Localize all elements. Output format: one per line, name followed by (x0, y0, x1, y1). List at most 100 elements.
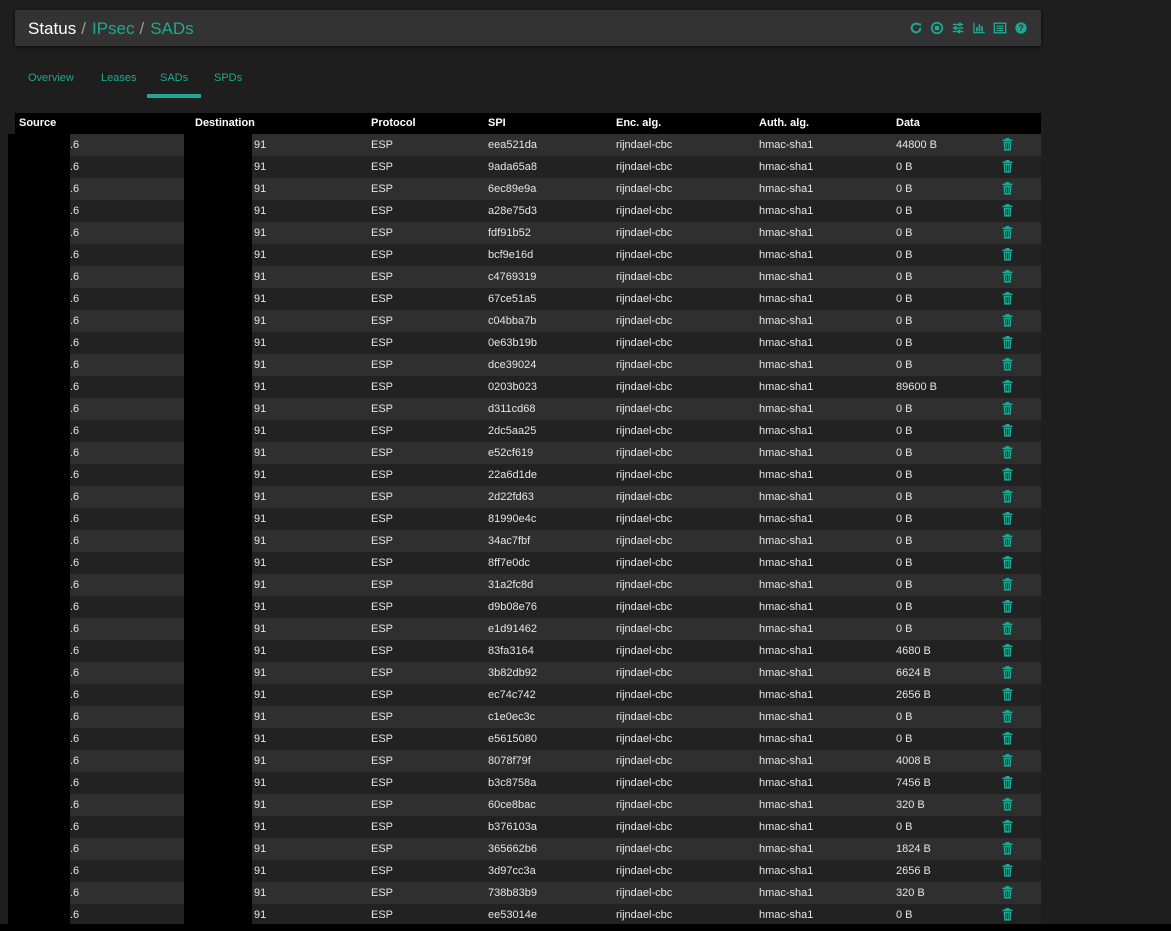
trash-icon[interactable] (1002, 248, 1013, 261)
trash-icon[interactable] (1002, 358, 1013, 371)
trash-icon[interactable] (1002, 534, 1013, 547)
cell-source: .6 (70, 513, 80, 525)
trash-icon[interactable] (1002, 402, 1013, 415)
cell-source: .6 (70, 777, 80, 789)
cell-data: 2656 B (896, 865, 931, 877)
refresh-icon[interactable] (908, 20, 924, 36)
trash-icon[interactable] (1002, 908, 1013, 921)
cell-destination: 91 (254, 733, 267, 745)
cell-source: .6 (70, 843, 80, 855)
cell-protocol: ESP (371, 711, 394, 723)
cell-source: .6 (70, 227, 80, 239)
trash-icon[interactable] (1002, 578, 1013, 591)
trash-icon[interactable] (1002, 138, 1013, 151)
header-data: Data (896, 117, 920, 129)
cell-data: 0 B (896, 293, 913, 305)
bar-chart-icon[interactable] (971, 20, 987, 36)
cell-data: 4680 B (896, 645, 931, 657)
cell-enc-alg: rijndael-cbc (616, 601, 673, 613)
tab-spds[interactable]: SPDs (201, 62, 255, 96)
cell-protocol: ESP (371, 535, 394, 547)
trash-icon[interactable] (1002, 666, 1013, 679)
trash-icon[interactable] (1002, 556, 1013, 569)
table-row: .6 91 ESP 67ce51a5 rijndael-cbc hmac-sha1 0 B (15, 288, 1041, 310)
cell-auth-alg: hmac-sha1 (759, 337, 814, 349)
trash-icon[interactable] (1002, 380, 1013, 393)
trash-icon[interactable] (1002, 446, 1013, 459)
trash-icon[interactable] (1002, 710, 1013, 723)
trash-icon[interactable] (1002, 688, 1013, 701)
trash-icon[interactable] (1002, 490, 1013, 503)
cell-destination: 91 (254, 447, 267, 459)
trash-icon[interactable] (1002, 732, 1013, 745)
trash-icon[interactable] (1002, 798, 1013, 811)
cell-protocol: ESP (371, 337, 394, 349)
tab-leases[interactable]: Leases (88, 62, 149, 96)
breadcrumb-sads-link[interactable]: SADs (150, 19, 193, 38)
trash-icon[interactable] (1002, 600, 1013, 613)
cell-data: 0 B (896, 557, 913, 569)
cell-data: 0 B (896, 469, 913, 481)
help-icon[interactable]: ? (1013, 20, 1029, 36)
trash-icon[interactable] (1002, 182, 1013, 195)
cell-enc-alg: rijndael-cbc (616, 227, 673, 239)
trash-icon[interactable] (1002, 226, 1013, 239)
table-row: .6 91 ESP e1d91462 rijndael-cbc hmac-sha1 0 B (15, 618, 1041, 640)
cell-data: 0 B (896, 227, 913, 239)
cell-spi: d9b08e76 (488, 601, 537, 613)
trash-icon[interactable] (1002, 336, 1013, 349)
trash-icon[interactable] (1002, 864, 1013, 877)
table-row: .6 91 ESP a28e75d3 rijndael-cbc hmac-sha1 0 B (15, 200, 1041, 222)
cell-protocol: ESP (371, 183, 394, 195)
cell-enc-alg: rijndael-cbc (616, 755, 673, 767)
trash-icon[interactable] (1002, 886, 1013, 899)
sliders-icon[interactable] (950, 20, 966, 36)
cell-data: 0 B (896, 601, 913, 613)
cell-data: 0 B (896, 535, 913, 547)
cell-enc-alg: rijndael-cbc (616, 513, 673, 525)
cell-data: 0 B (896, 711, 913, 723)
trash-icon[interactable] (1002, 842, 1013, 855)
cell-protocol: ESP (371, 887, 394, 899)
trash-icon[interactable] (1002, 160, 1013, 173)
cell-auth-alg: hmac-sha1 (759, 579, 814, 591)
stop-circle-icon[interactable] (929, 20, 945, 36)
cell-destination: 91 (254, 535, 267, 547)
cell-auth-alg: hmac-sha1 (759, 315, 814, 327)
trash-icon[interactable] (1002, 314, 1013, 327)
cell-source: .6 (70, 359, 80, 371)
cell-source: .6 (70, 205, 80, 217)
trash-icon[interactable] (1002, 644, 1013, 657)
trash-icon[interactable] (1002, 424, 1013, 437)
cell-enc-alg: rijndael-cbc (616, 909, 673, 921)
table-row: .6 91 ESP bcf9e16d rijndael-cbc hmac-sha1 0 B (15, 244, 1041, 266)
trash-icon[interactable] (1002, 754, 1013, 767)
trash-icon[interactable] (1002, 512, 1013, 525)
redaction-block (184, 134, 252, 931)
trash-icon[interactable] (1002, 204, 1013, 217)
header-destination: Destination (195, 117, 255, 129)
trash-icon[interactable] (1002, 468, 1013, 481)
trash-icon[interactable] (1002, 622, 1013, 635)
cell-spi: 6ec89e9a (488, 183, 537, 195)
tab-overview[interactable]: Overview (15, 62, 87, 96)
cell-source: .6 (70, 579, 80, 591)
cell-auth-alg: hmac-sha1 (759, 139, 814, 151)
cell-data: 320 B (896, 887, 925, 899)
trash-icon[interactable] (1002, 270, 1013, 283)
breadcrumb-ipsec-link[interactable]: IPsec (92, 19, 135, 38)
table-row: .6 91 ESP 2d22fd63 rijndael-cbc hmac-sha1 0 B (15, 486, 1041, 508)
cell-source: .6 (70, 425, 80, 437)
trash-icon[interactable] (1002, 292, 1013, 305)
cell-spi: eea521da (488, 139, 537, 151)
cell-protocol: ESP (371, 645, 394, 657)
tab-sads[interactable]: SADs (147, 62, 202, 98)
trash-icon[interactable] (1002, 820, 1013, 833)
cell-source: .6 (70, 711, 80, 723)
cell-source: .6 (70, 139, 80, 151)
trash-icon[interactable] (1002, 776, 1013, 789)
list-icon[interactable] (992, 20, 1008, 36)
cell-spi: 3d97cc3a (488, 865, 536, 877)
table-row: .6 91 ESP ec74c742 rijndael-cbc hmac-sha1 2656… (15, 684, 1041, 706)
cell-protocol: ESP (371, 359, 394, 371)
